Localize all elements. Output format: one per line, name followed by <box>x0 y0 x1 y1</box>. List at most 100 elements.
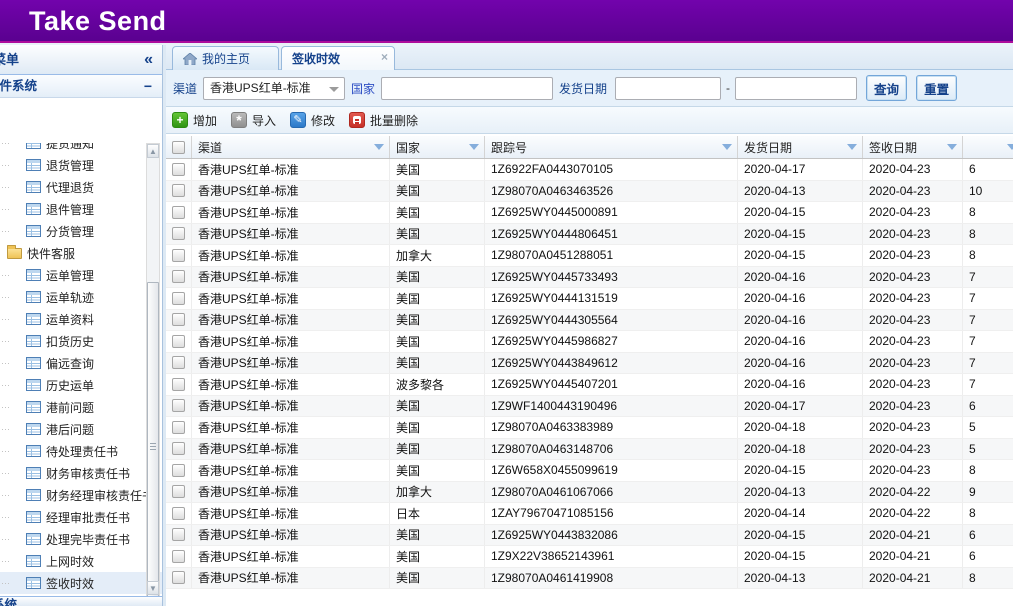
sidebar-tree-item[interactable]: 扣货历史 <box>0 330 162 352</box>
tab-my-home[interactable]: 我的主页 <box>172 46 279 70</box>
sidebar-tree-item[interactable]: 待处理责任书 <box>0 440 162 462</box>
row-checkbox[interactable] <box>172 421 185 434</box>
sidebar-scrollbar[interactable]: ▲ ▼ <box>146 143 160 596</box>
table-row[interactable]: 香港UPS红单-标准 美国 1Z98070A0463383989 2020-04… <box>166 417 1013 439</box>
sidebar-bottom-panel[interactable]: 系统 <box>0 596 163 606</box>
sidebar-tree-item[interactable]: 港后问题 <box>0 418 162 440</box>
scroll-down-icon[interactable]: ▼ <box>147 581 159 595</box>
sidebar-tree-item[interactable]: 签收时效 <box>0 572 162 594</box>
table-row[interactable]: 香港UPS红单-标准 加拿大 1Z98070A0461067066 2020-0… <box>166 482 1013 504</box>
sidebar-tree-item[interactable]: 港前问题 <box>0 396 162 418</box>
row-checkbox[interactable] <box>172 249 185 262</box>
table-row[interactable]: 香港UPS红单-标准 美国 1Z98070A0463148706 2020-04… <box>166 439 1013 461</box>
row-checkbox[interactable] <box>172 528 185 541</box>
cell-sign-date: 2020-04-23 <box>863 245 963 266</box>
reset-button[interactable]: 重置 <box>916 75 957 101</box>
sidebar-tree-item[interactable]: 财务审核责任书 <box>0 462 162 484</box>
table-row[interactable]: 香港UPS红单-标准 波多黎各 1Z6925WY0445407201 2020-… <box>166 374 1013 396</box>
table-row[interactable]: 香港UPS红单-标准 美国 1Z6925WY0445986827 2020-04… <box>166 331 1013 353</box>
scroll-up-icon[interactable]: ▲ <box>147 144 159 158</box>
row-checkbox[interactable] <box>172 356 185 369</box>
sidebar-tree-item[interactable]: 退件管理 <box>0 198 162 220</box>
table-row[interactable]: 香港UPS红单-标准 美国 1Z98070A0463463526 2020-04… <box>166 181 1013 203</box>
cell-sign-date: 2020-04-23 <box>863 159 963 180</box>
row-checkbox[interactable] <box>172 335 185 348</box>
row-checkbox[interactable] <box>172 313 185 326</box>
sidebar-tree-item[interactable]: 上网时效 <box>0 550 162 572</box>
table-row[interactable]: 香港UPS红单-标准 美国 1Z6925WY0445733493 2020-04… <box>166 267 1013 289</box>
batch-delete-button[interactable]: 批量删除 <box>349 112 418 129</box>
cell-country: 美国 <box>390 525 485 546</box>
import-button[interactable]: * 导入 <box>231 112 276 129</box>
table-row[interactable]: 香港UPS红单-标准 美国 1Z6925WY0444305564 2020-04… <box>166 310 1013 332</box>
row-checkbox[interactable] <box>172 550 185 563</box>
column-header-country[interactable]: 国家 <box>390 136 485 158</box>
row-checkbox[interactable] <box>172 163 185 176</box>
sidebar-panel-header[interactable]: 快件系统 − <box>0 75 162 98</box>
search-button[interactable]: 查询 <box>866 75 907 101</box>
row-checkbox[interactable] <box>172 399 185 412</box>
table-row[interactable]: 香港UPS红单-标准 日本 1ZAY79670471085156 2020-04… <box>166 503 1013 525</box>
scrollbar-thumb[interactable] <box>147 282 159 606</box>
row-checkbox[interactable] <box>172 227 185 240</box>
column-header-tracking[interactable]: 跟踪号 <box>485 136 738 158</box>
sort-icon[interactable] <box>847 144 857 150</box>
column-header-days[interactable] <box>963 136 1013 158</box>
row-checkbox[interactable] <box>172 184 185 197</box>
sidebar-tree-item[interactable]: 运单管理 <box>0 264 162 286</box>
table-row[interactable]: 香港UPS红单-标准 美国 1Z6W658X0455099619 2020-04… <box>166 460 1013 482</box>
channel-select[interactable]: 香港UPS红单-标准 <box>203 77 345 100</box>
row-checkbox[interactable] <box>172 292 185 305</box>
sidebar-tree-item[interactable]: 代理退货 <box>0 176 162 198</box>
sidebar-tree-item[interactable]: 经理审批责任书 <box>0 506 162 528</box>
sort-icon[interactable] <box>947 144 957 150</box>
row-checkbox[interactable] <box>172 571 185 584</box>
row-checkbox[interactable] <box>172 206 185 219</box>
sidebar-tree-item[interactable]: 运单轨迹 <box>0 286 162 308</box>
table-row[interactable]: 香港UPS红单-标准 美国 1Z6925WY0444131519 2020-04… <box>166 288 1013 310</box>
close-tab-icon[interactable]: × <box>381 51 388 63</box>
sidebar-tree-item[interactable]: 退货管理 <box>0 154 162 176</box>
edit-button[interactable]: ✎ 修改 <box>290 112 335 129</box>
sidebar-tree-item[interactable]: 分货管理 <box>0 220 162 242</box>
sidebar-tree-item[interactable]: 偏远查询 <box>0 352 162 374</box>
row-checkbox[interactable] <box>172 270 185 283</box>
sidebar-tree-item[interactable]: 财务经理审核责任书 <box>0 484 162 506</box>
sort-icon[interactable] <box>469 144 479 150</box>
ship-date-to-input[interactable] <box>735 77 857 100</box>
table-row[interactable]: 香港UPS红单-标准 美国 1Z6925WY0443849612 2020-04… <box>166 353 1013 375</box>
row-checkbox[interactable] <box>172 485 185 498</box>
sidebar-tree-item[interactable]: 处理完毕责任书 <box>0 528 162 550</box>
table-row[interactable]: 香港UPS红单-标准 美国 1Z6925WY0443832086 2020-04… <box>166 525 1013 547</box>
row-checkbox[interactable] <box>172 378 185 391</box>
sidebar-section[interactable]: 快件客服 <box>0 242 162 264</box>
sort-icon[interactable] <box>1007 144 1013 150</box>
table-row[interactable]: 香港UPS红单-标准 美国 1Z6925WY0444806451 2020-04… <box>166 224 1013 246</box>
sidebar-item-label: 代理退货 <box>46 179 94 196</box>
column-header-ship-date[interactable]: 发货日期 <box>738 136 863 158</box>
column-header-channel[interactable]: 渠道 <box>192 136 390 158</box>
row-checkbox[interactable] <box>172 507 185 520</box>
sort-icon[interactable] <box>722 144 732 150</box>
collapse-sidebar-icon[interactable]: « <box>144 45 153 75</box>
country-input[interactable] <box>381 77 553 100</box>
select-all-checkbox[interactable] <box>172 141 185 154</box>
cell-channel: 香港UPS红单-标准 <box>192 202 390 223</box>
row-checkbox[interactable] <box>172 464 185 477</box>
sort-icon[interactable] <box>374 144 384 150</box>
table-row[interactable]: 香港UPS红单-标准 加拿大 1Z98070A0451288051 2020-0… <box>166 245 1013 267</box>
sidebar-tree-item[interactable]: 历史运单 <box>0 374 162 396</box>
collapse-panel-icon[interactable]: − <box>144 75 152 97</box>
table-row[interactable]: 香港UPS红单-标准 美国 1Z6922FA0443070105 2020-04… <box>166 159 1013 181</box>
table-row[interactable]: 香港UPS红单-标准 美国 1Z6925WY0445000891 2020-04… <box>166 202 1013 224</box>
sidebar-tree-item[interactable]: 提货通知 <box>0 143 162 154</box>
tab-sign-time[interactable]: 签收时效 × <box>281 46 395 70</box>
column-header-sign-date[interactable]: 签收日期 <box>863 136 963 158</box>
row-checkbox[interactable] <box>172 442 185 455</box>
ship-date-from-input[interactable] <box>615 77 721 100</box>
sidebar-tree-item[interactable]: 运单资料 <box>0 308 162 330</box>
table-row[interactable]: 香港UPS红单-标准 美国 1Z9WF1400443190496 2020-04… <box>166 396 1013 418</box>
table-row[interactable]: 香港UPS红单-标准 美国 1Z98070A0461419908 2020-04… <box>166 568 1013 590</box>
add-button[interactable]: + 增加 <box>172 112 217 129</box>
table-row[interactable]: 香港UPS红单-标准 美国 1Z9X22V38652143961 2020-04… <box>166 546 1013 568</box>
